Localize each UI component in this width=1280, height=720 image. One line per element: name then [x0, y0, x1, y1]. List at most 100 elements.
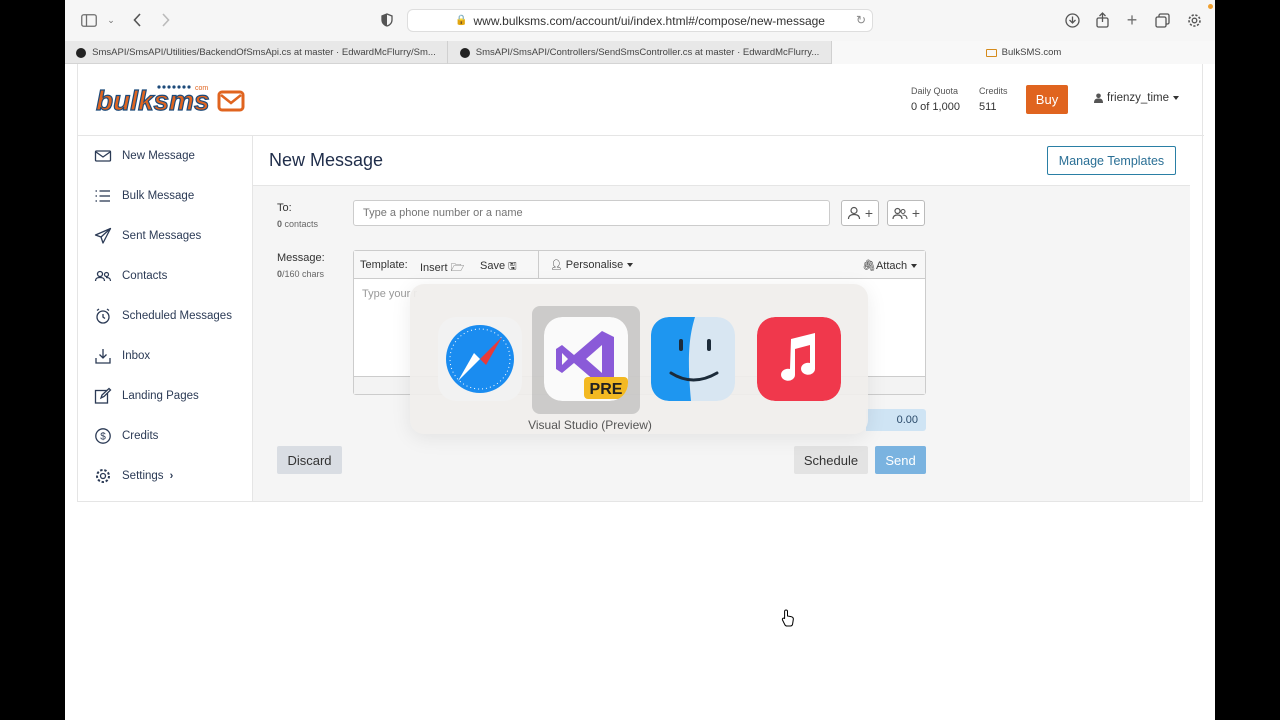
send-button[interactable]: Send	[875, 446, 926, 474]
add-contact-icon	[847, 206, 861, 220]
user-icon	[1094, 93, 1103, 103]
buy-button[interactable]: Buy	[1026, 85, 1068, 114]
bulksms-logo[interactable]: bulksms com	[95, 83, 245, 117]
char-count-suffix: /160 chars	[282, 269, 325, 279]
notification-dot	[1208, 4, 1213, 9]
sidebar-item-scheduled-messages[interactable]: Scheduled Messages	[78, 296, 253, 336]
to-label: To:	[277, 202, 292, 214]
sidebar-item-credits[interactable]: $ Credits	[78, 416, 253, 456]
logo-sub-text: com	[195, 85, 208, 92]
envelope-icon	[94, 150, 112, 162]
sidebar-item-label: New Message	[122, 150, 195, 162]
paper-plane-icon	[94, 227, 112, 244]
personalise-label: Personalise	[565, 259, 624, 271]
finder-app-icon[interactable]	[651, 317, 735, 401]
message-label: Message:	[277, 252, 325, 264]
logo-text: bulksms	[96, 85, 210, 116]
daily-quota-value: 0 of 1,000	[911, 101, 960, 113]
add-contact-button[interactable]: +	[841, 200, 879, 226]
tab-backend-of-smsapi[interactable]: SmsAPI/SmsAPI/Utilities/BackendOfSmsApi.…	[65, 41, 448, 64]
page-header: bulksms com Daily Quota 0 of 1,000 Credi…	[78, 64, 1204, 136]
paperclip-icon: 🖇	[862, 260, 876, 272]
browser-window: ⌄ 🔒 www.bulksms.com/account/ui/index.htm…	[65, 0, 1215, 720]
recipient-input[interactable]	[353, 200, 830, 226]
attach-label: Attach	[875, 260, 908, 272]
message-textarea[interactable]: Type your r	[362, 288, 417, 300]
alarm-clock-icon	[96, 308, 110, 324]
insert-template-button[interactable]: Insert 🗁	[420, 259, 464, 278]
sidebar-item-new-message[interactable]: New Message	[78, 136, 253, 176]
svg-text:$: $	[100, 432, 106, 443]
address-bar[interactable]: 🔒 www.bulksms.com/account/ui/index.html#…	[407, 9, 873, 32]
sidebar-item-landing-pages[interactable]: Landing Pages	[78, 376, 253, 416]
preview-badge: PRE	[590, 381, 623, 398]
github-icon	[76, 47, 87, 58]
plus-icon: +	[864, 205, 874, 221]
sidebar-item-label: Inbox	[122, 350, 151, 362]
save-template-button[interactable]: Save 🖫	[480, 259, 517, 276]
sidebar-toggle-icon[interactable]	[79, 11, 99, 29]
sidebar-item-contacts[interactable]: Contacts	[78, 256, 253, 296]
manage-templates-button[interactable]: Manage Templates	[1047, 146, 1176, 175]
editor-toolbar: Template: Insert 🗁 Save 🖫 👤︎ Personalise…	[354, 251, 925, 279]
add-group-icon	[892, 207, 908, 220]
save-label: Save	[480, 260, 506, 272]
caret-down-icon	[627, 263, 634, 268]
sidebar-item-bulk-message[interactable]: Bulk Message	[78, 176, 253, 216]
reload-icon[interactable]: ↻	[856, 13, 866, 27]
contacts-count: 0 contacts	[277, 219, 318, 229]
sidebar-item-inbox[interactable]: Inbox	[78, 336, 253, 376]
sidebar-item-label: Credits	[122, 430, 159, 442]
contacts-icon	[94, 270, 112, 282]
lock-icon: 🔒	[455, 15, 468, 26]
add-group-button[interactable]: +	[887, 200, 925, 226]
gear-icon[interactable]	[1184, 11, 1204, 29]
credits-value: 511	[979, 101, 997, 113]
forward-icon[interactable]	[155, 11, 175, 29]
downloads-icon[interactable]	[1062, 11, 1082, 29]
sidebar-item-sent-messages[interactable]: Sent Messages	[78, 216, 253, 256]
dollar-circle-icon: $	[95, 428, 111, 444]
contacts-count-suffix: contacts	[282, 219, 319, 229]
chevron-down-icon[interactable]: ⌄	[101, 11, 121, 29]
folder-open-icon: 🗁	[450, 262, 465, 274]
schedule-button[interactable]: Schedule	[794, 446, 868, 474]
credits-summary: Credits 511	[979, 86, 1008, 113]
tab-bulksms[interactable]: BulkSMS.com	[832, 41, 1215, 64]
safari-app-icon[interactable]	[438, 317, 522, 401]
char-count: 0/160 chars	[277, 269, 325, 279]
chevron-right-icon: ›	[169, 470, 174, 482]
user-icon: 👤︎	[550, 260, 563, 271]
cost-display: 0.00	[866, 409, 926, 431]
attach-dropdown[interactable]: 🖇Attach	[862, 259, 918, 272]
floppy-disk-icon: 🖫	[508, 261, 517, 272]
browser-toolbar: ⌄ 🔒 www.bulksms.com/account/ui/index.htm…	[65, 0, 1215, 41]
user-menu[interactable]: frienzy_time	[1094, 92, 1179, 104]
sidebar-item-label: Scheduled Messages	[122, 310, 232, 322]
daily-quota-label: Daily Quota	[911, 86, 959, 96]
privacy-shield-icon[interactable]	[377, 11, 397, 29]
caret-down-icon	[911, 264, 918, 269]
list-icon	[95, 190, 110, 202]
discard-button[interactable]: Discard	[277, 446, 342, 474]
hand-pointer-icon	[781, 609, 794, 627]
music-app-icon[interactable]	[757, 317, 841, 401]
sidebar-item-label: Contacts	[122, 270, 168, 282]
sidebar-item-settings[interactable]: Settings ›	[78, 456, 253, 496]
back-icon[interactable]	[127, 11, 147, 29]
tab-overview-icon[interactable]	[1152, 11, 1172, 29]
template-label: Template:	[360, 259, 408, 271]
to-label-block: To: 0 contacts	[277, 202, 318, 229]
daily-quota: Daily Quota 0 of 1,000	[911, 86, 960, 113]
envelope-icon	[985, 48, 997, 57]
credits-label: Credits	[979, 86, 1008, 96]
sidebar-item-label: Sent Messages	[122, 230, 202, 242]
edit-icon	[94, 387, 112, 404]
personalise-dropdown[interactable]: 👤︎ Personalise	[550, 259, 634, 271]
plus-icon: +	[911, 205, 921, 221]
visual-studio-preview-app-icon[interactable]: PRE	[544, 317, 628, 401]
tab-title: SmsAPI/SmsAPI/Utilities/BackendOfSmsApi.…	[92, 47, 436, 58]
tab-send-sms-controller[interactable]: SmsAPI/SmsAPI/Controllers/SendSmsControl…	[448, 41, 832, 64]
new-tab-icon[interactable]: +	[1122, 10, 1142, 30]
share-icon[interactable]	[1092, 11, 1112, 29]
